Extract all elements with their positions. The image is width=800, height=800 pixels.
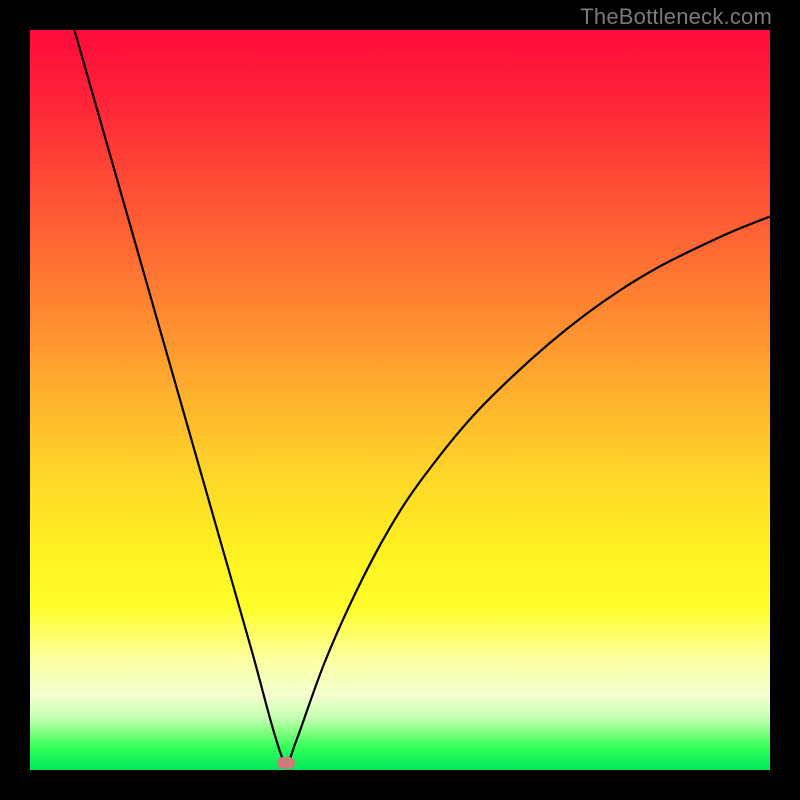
chart-frame: TheBottleneck.com — [0, 0, 800, 800]
curve-path — [74, 30, 770, 763]
optimal-point-marker — [277, 757, 295, 769]
plot-area — [30, 30, 770, 770]
watermark-text: TheBottleneck.com — [580, 4, 772, 30]
bottleneck-curve — [30, 30, 770, 770]
